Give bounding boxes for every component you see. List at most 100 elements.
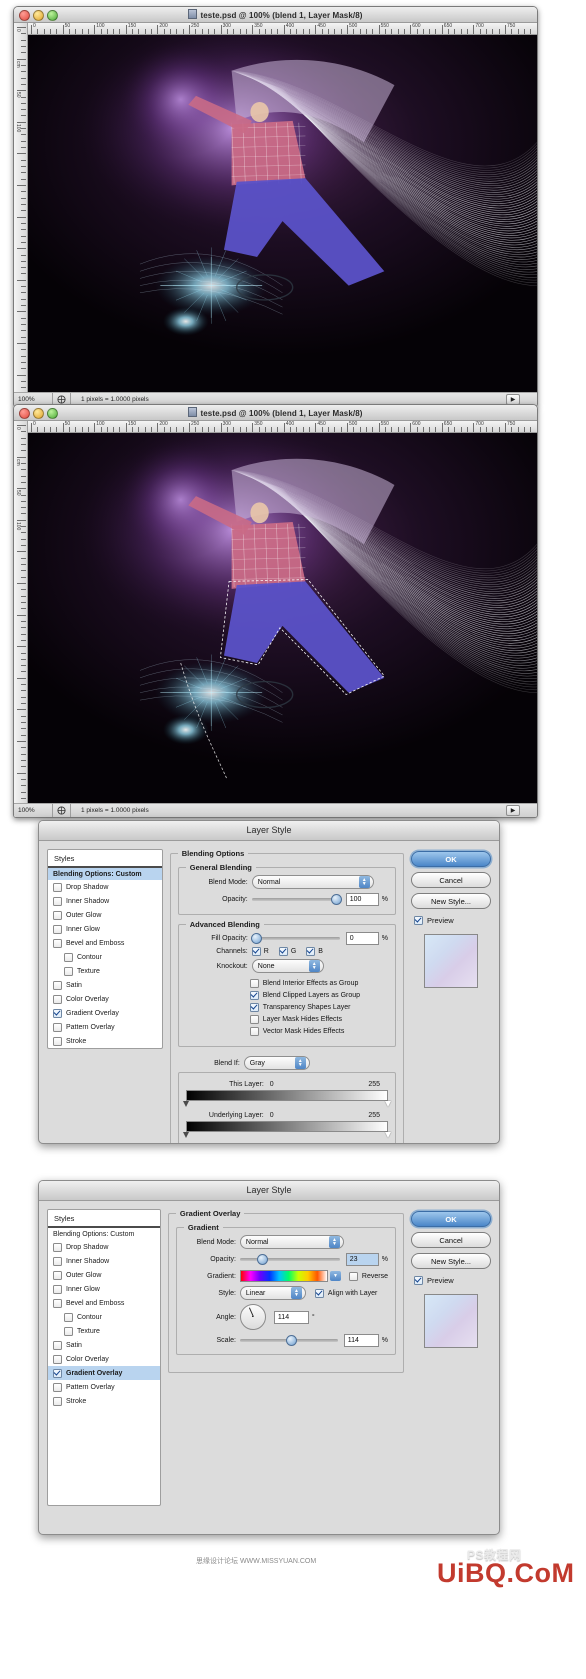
style-enable-checkbox[interactable] — [53, 924, 62, 934]
underlying-layer-markers[interactable] — [182, 1132, 391, 1139]
advanced-option-blend-interior-effects-as-group[interactable]: Blend Interior Effects as Group — [249, 979, 388, 988]
reverse-checkbox[interactable] — [348, 1271, 358, 1281]
preview-checkbox[interactable] — [414, 916, 423, 925]
styles-list[interactable]: Blending Options: Custom Drop Shadow Inner… — [48, 868, 162, 1048]
vertical-ruler[interactable]: 0 cm 50 100 — [14, 23, 28, 406]
style-list-item-gradient-overlay[interactable]: Gradient Overlay — [48, 1366, 160, 1380]
channel-checkbox[interactable] — [251, 947, 261, 956]
style-enable-checkbox[interactable] — [53, 1354, 62, 1364]
style-enable-checkbox[interactable] — [64, 1312, 73, 1322]
photoshop-window-1[interactable]: teste.psd @ 100% (blend 1, Layer Mask/8)… — [13, 6, 538, 407]
style-list-item-stroke[interactable]: Stroke — [48, 1034, 162, 1048]
style-enable-checkbox[interactable] — [53, 938, 62, 948]
style-list-item-inner-shadow[interactable]: Inner Shadow — [48, 894, 162, 908]
blend-mode-select[interactable]: Normal ▲ ▼ — [251, 875, 374, 889]
layer-style-dialog-gradient[interactable]: Layer Style Styles Blending Options: Cus… — [38, 1180, 500, 1535]
style-enable-checkbox[interactable] — [53, 882, 62, 892]
advanced-option-checkbox[interactable] — [249, 979, 259, 988]
advanced-option-checkbox[interactable] — [249, 991, 259, 1000]
channel-checkbox-group[interactable]: RGB — [251, 947, 323, 956]
style-enable-checkbox[interactable] — [64, 1326, 73, 1336]
chevron-updown-icon[interactable]: ▲ ▼ — [328, 1236, 340, 1248]
channel-checkbox[interactable] — [278, 947, 288, 956]
style-enable-checkbox[interactable] — [53, 1022, 62, 1032]
advanced-option-transparency-shapes-layer[interactable]: Transparency Shapes Layer — [249, 1003, 388, 1012]
opacity-slider[interactable] — [251, 894, 342, 906]
align-with-layer-checkbox[interactable] — [314, 1288, 324, 1298]
ok-button[interactable]: OK — [411, 851, 491, 867]
style-list-item-stroke[interactable]: Stroke — [48, 1394, 160, 1408]
fill-opacity-slider[interactable] — [250, 933, 340, 945]
gradient-preview[interactable] — [239, 1270, 328, 1282]
preview-toggle[interactable]: Preview — [411, 1276, 454, 1285]
layer-style-dialog-blending[interactable]: Layer Style Styles Blending Options: Cus… — [38, 820, 500, 1144]
chevron-updown-icon[interactable]: ▲ ▼ — [294, 1057, 306, 1069]
style-enable-checkbox[interactable] — [53, 1242, 62, 1252]
window-titlebar[interactable]: teste.psd @ 100% (blend 1, Layer Mask/8) — [14, 7, 537, 23]
knockout-select[interactable]: None ▲ ▼ — [251, 959, 324, 973]
style-list-item-bevel-and-emboss[interactable]: Bevel and Emboss — [48, 936, 162, 950]
scale-slider[interactable] — [239, 1335, 338, 1347]
channel-checkbox[interactable] — [306, 947, 316, 956]
style-enable-checkbox[interactable] — [53, 1368, 62, 1378]
horizontal-ruler[interactable]: 0 50 100 150 200 250 300 350 400 450 500 550 600 650 7… — [27, 421, 537, 433]
ok-button[interactable]: OK — [411, 1211, 491, 1227]
style-enable-checkbox[interactable] — [53, 896, 62, 906]
image-canvas[interactable] — [28, 35, 537, 393]
underlying-layer-gradient-track[interactable] — [185, 1121, 388, 1132]
this-layer-black-marker[interactable] — [182, 1101, 189, 1107]
style-list-item-pattern-overlay[interactable]: Pattern Overlay — [48, 1380, 160, 1394]
angle-dial[interactable] — [239, 1304, 266, 1330]
style-enable-checkbox[interactable] — [53, 1298, 62, 1308]
advanced-option-checkbox[interactable] — [249, 1003, 259, 1012]
style-enable-checkbox[interactable] — [53, 1270, 62, 1280]
preview-checkbox[interactable] — [414, 1276, 423, 1285]
style-list-item-inner-glow[interactable]: Inner Glow — [48, 922, 162, 936]
style-list-item-outer-glow[interactable]: Outer Glow — [48, 908, 162, 922]
style-list-item-color-overlay[interactable]: Color Overlay — [48, 1352, 160, 1366]
style-enable-checkbox[interactable] — [53, 1340, 62, 1350]
advanced-option-blend-clipped-layers-as-group[interactable]: Blend Clipped Layers as Group — [249, 991, 388, 1000]
advanced-option-vector-mask-hides-effects[interactable]: Vector Mask Hides Effects — [249, 1027, 388, 1036]
style-list-item-contour[interactable]: Contour — [48, 1310, 160, 1324]
image-canvas[interactable] — [28, 433, 537, 804]
style-list-item-satin[interactable]: Satin — [48, 1338, 160, 1352]
advanced-option-checkbox[interactable] — [249, 1027, 259, 1036]
style-list-item-drop-shadow[interactable]: Drop Shadow — [48, 1240, 160, 1254]
scale-slider-knob[interactable] — [285, 1335, 297, 1346]
style-list-item-drop-shadow[interactable]: Drop Shadow — [48, 880, 162, 894]
scale-input[interactable]: 114 — [343, 1334, 379, 1347]
style-list-item-blending-options-custom[interactable]: Blending Options: Custom — [48, 868, 162, 880]
window-titlebar[interactable]: teste.psd @ 100% (blend 1, Layer Mask/8) — [14, 405, 537, 421]
opacity-slider-knob[interactable] — [330, 894, 342, 905]
opacity-slider[interactable] — [239, 1254, 340, 1266]
vertical-ruler[interactable]: 0 cm 50 100 — [14, 421, 28, 817]
channel-b[interactable]: B — [306, 947, 323, 956]
style-enable-checkbox[interactable] — [53, 1396, 62, 1406]
advanced-option-layer-mask-hides-effects[interactable]: Layer Mask Hides Effects — [249, 1015, 388, 1024]
style-enable-checkbox[interactable] — [53, 994, 62, 1004]
underlying-white-marker[interactable] — [385, 1132, 391, 1138]
opacity-input[interactable]: 23 — [345, 1253, 379, 1266]
gradient-dropdown-icon[interactable]: ▼ — [329, 1271, 341, 1281]
style-enable-checkbox[interactable] — [53, 1008, 62, 1018]
fill-opacity-input[interactable]: 0 — [345, 932, 379, 945]
style-list-item-inner-glow[interactable]: Inner Glow — [48, 1282, 160, 1296]
channel-g[interactable]: G — [278, 947, 296, 956]
opacity-slider-knob[interactable] — [256, 1254, 268, 1265]
fill-opacity-slider-knob[interactable] — [250, 933, 262, 944]
chevron-updown-icon[interactable]: ▲ ▼ — [308, 960, 320, 972]
style-list-item-contour[interactable]: Contour — [48, 950, 162, 964]
new-style-button[interactable]: New Style... — [411, 1253, 491, 1269]
advanced-options-list[interactable]: Blend Interior Effects as Group Blend Cli… — [186, 979, 388, 1036]
style-list-item-bevel-and-emboss[interactable]: Bevel and Emboss — [48, 1296, 160, 1310]
advanced-option-checkbox[interactable] — [249, 1015, 259, 1024]
photoshop-window-2[interactable]: teste.psd @ 100% (blend 1, Layer Mask/8)… — [13, 404, 538, 818]
style-list-item-blending-options-custom[interactable]: Blending Options: Custom — [48, 1228, 160, 1240]
horizontal-ruler[interactable]: 0 50 100 150 200 250 300 350 400 450 500 550 600 650 7… — [27, 23, 537, 35]
chevron-updown-icon[interactable]: ▲ ▼ — [290, 1287, 302, 1299]
angle-input[interactable]: 114 — [273, 1310, 309, 1324]
cancel-button[interactable]: Cancel — [411, 1232, 491, 1248]
styles-list[interactable]: Blending Options: Custom Drop Shadow Inner… — [48, 1228, 160, 1408]
style-list-item-color-overlay[interactable]: Color Overlay — [48, 992, 162, 1006]
